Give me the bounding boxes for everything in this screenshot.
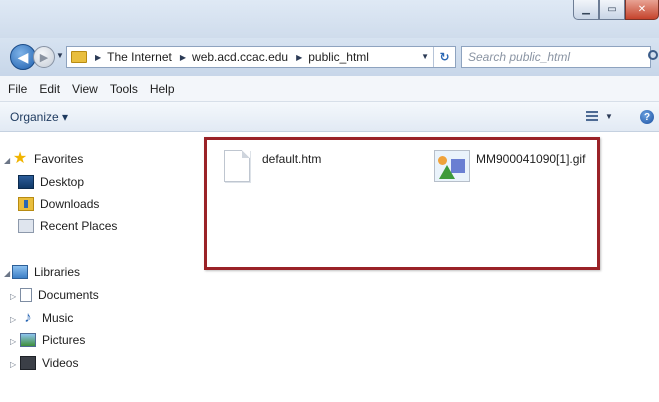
help-icon[interactable]: ? bbox=[640, 110, 654, 124]
expand-favorites-icon[interactable]: ◢ bbox=[4, 156, 10, 165]
refresh-icon: ↻ bbox=[439, 50, 450, 64]
desktop-icon bbox=[18, 175, 34, 189]
breadcrumb: ▶ The Internet ▶ web.acd.ccac.edu ▶ publ… bbox=[87, 50, 369, 64]
libraries-icon bbox=[12, 265, 28, 279]
search-input[interactable]: Search public_html bbox=[461, 46, 651, 68]
nav-item-label: Music bbox=[42, 311, 74, 325]
breadcrumb-separator-icon: ▶ bbox=[296, 52, 303, 62]
breadcrumb-separator-icon: ▶ bbox=[95, 52, 102, 62]
menu-help[interactable]: Help bbox=[150, 82, 175, 96]
recent-places-icon bbox=[18, 219, 34, 233]
address-row: ◀ ▶ ▼ ▶ The Internet ▶ web.acd.ccac.edu … bbox=[0, 38, 659, 76]
forward-arrow-icon: ▶ bbox=[39, 51, 49, 64]
pictures-icon bbox=[20, 333, 36, 347]
window-title-bar: ▁ ▭ ✕ bbox=[0, 0, 659, 38]
command-toolbar: Organize ▾ ▼ ? bbox=[0, 102, 659, 132]
close-icon: ✕ bbox=[637, 4, 647, 15]
menu-file[interactable]: File bbox=[8, 82, 27, 96]
caption-buttons: ▁ ▭ ✕ bbox=[573, 0, 659, 20]
breadcrumb-separator-icon: ▶ bbox=[179, 52, 187, 62]
annotation-highlight-box bbox=[204, 137, 600, 270]
nav-favorites[interactable]: ★ Favorites bbox=[12, 150, 84, 167]
close-button[interactable]: ✕ bbox=[625, 0, 659, 20]
nav-item-desktop[interactable]: Desktop bbox=[18, 175, 84, 189]
nav-item-recent-places[interactable]: Recent Places bbox=[18, 219, 117, 233]
nav-item-pictures[interactable]: Pictures bbox=[20, 333, 85, 347]
menu-bar: File Edit View Tools Help bbox=[0, 76, 659, 102]
address-dropdown-icon[interactable]: ▼ bbox=[421, 52, 429, 61]
nav-item-label: Pictures bbox=[42, 333, 86, 347]
address-bar[interactable]: ▶ The Internet ▶ web.acd.ccac.edu ▶ publ… bbox=[66, 46, 456, 68]
minimize-button[interactable]: ▁ bbox=[573, 0, 599, 20]
expand-libraries-icon[interactable]: ◢ bbox=[4, 269, 10, 278]
navigation-pane: ◢ ★ Favorites Desktop Downloads Recent P… bbox=[0, 132, 200, 402]
breadcrumb-item-folder[interactable]: public_html bbox=[308, 50, 369, 64]
menu-view[interactable]: View bbox=[72, 82, 98, 96]
nav-item-label: Videos bbox=[42, 356, 79, 370]
videos-icon bbox=[20, 356, 36, 370]
menu-edit[interactable]: Edit bbox=[39, 82, 60, 96]
folder-icon bbox=[71, 51, 87, 63]
maximize-icon: ▭ bbox=[607, 4, 617, 15]
nav-libraries-label: Libraries bbox=[34, 265, 81, 279]
star-icon: ★ bbox=[12, 150, 28, 167]
nav-item-label: Recent Places bbox=[40, 219, 118, 233]
nav-item-label: Documents bbox=[38, 288, 99, 302]
nav-libraries[interactable]: Libraries bbox=[12, 265, 80, 279]
minimize-icon: ▁ bbox=[582, 4, 590, 15]
breadcrumb-item-internet[interactable]: The Internet bbox=[107, 50, 172, 64]
search-icon[interactable] bbox=[648, 50, 658, 60]
forward-button[interactable]: ▶ bbox=[33, 46, 55, 68]
search-placeholder: Search public_html bbox=[468, 50, 571, 64]
nav-item-downloads[interactable]: Downloads bbox=[18, 197, 99, 211]
expand-pictures-icon[interactable]: ▷ bbox=[10, 337, 16, 346]
nav-item-music[interactable]: ♪ Music bbox=[20, 309, 74, 326]
expand-music-icon[interactable]: ▷ bbox=[10, 315, 16, 324]
expand-videos-icon[interactable]: ▷ bbox=[10, 360, 16, 369]
music-note-icon: ♪ bbox=[24, 309, 32, 326]
nav-item-label: Downloads bbox=[40, 197, 100, 211]
refresh-button[interactable]: ↻ bbox=[433, 47, 455, 67]
nav-item-videos[interactable]: Videos bbox=[20, 356, 78, 370]
organize-button[interactable]: Organize ▾ bbox=[10, 110, 68, 124]
back-arrow-icon: ◀ bbox=[17, 48, 29, 65]
recent-pages-dropdown-icon[interactable]: ▼ bbox=[56, 51, 64, 60]
nav-item-label: Desktop bbox=[40, 175, 85, 189]
maximize-button[interactable]: ▭ bbox=[599, 0, 625, 20]
breadcrumb-item-host[interactable]: web.acd.ccac.edu bbox=[192, 50, 288, 64]
menu-tools[interactable]: Tools bbox=[110, 82, 138, 96]
nav-item-documents[interactable]: Documents bbox=[20, 288, 99, 302]
view-options-dropdown-icon[interactable]: ▼ bbox=[605, 112, 613, 121]
downloads-icon bbox=[18, 197, 34, 211]
nav-favorites-label: Favorites bbox=[34, 152, 84, 166]
documents-icon bbox=[20, 288, 32, 302]
expand-documents-icon[interactable]: ▷ bbox=[10, 292, 16, 301]
change-view-icon[interactable] bbox=[586, 111, 598, 123]
